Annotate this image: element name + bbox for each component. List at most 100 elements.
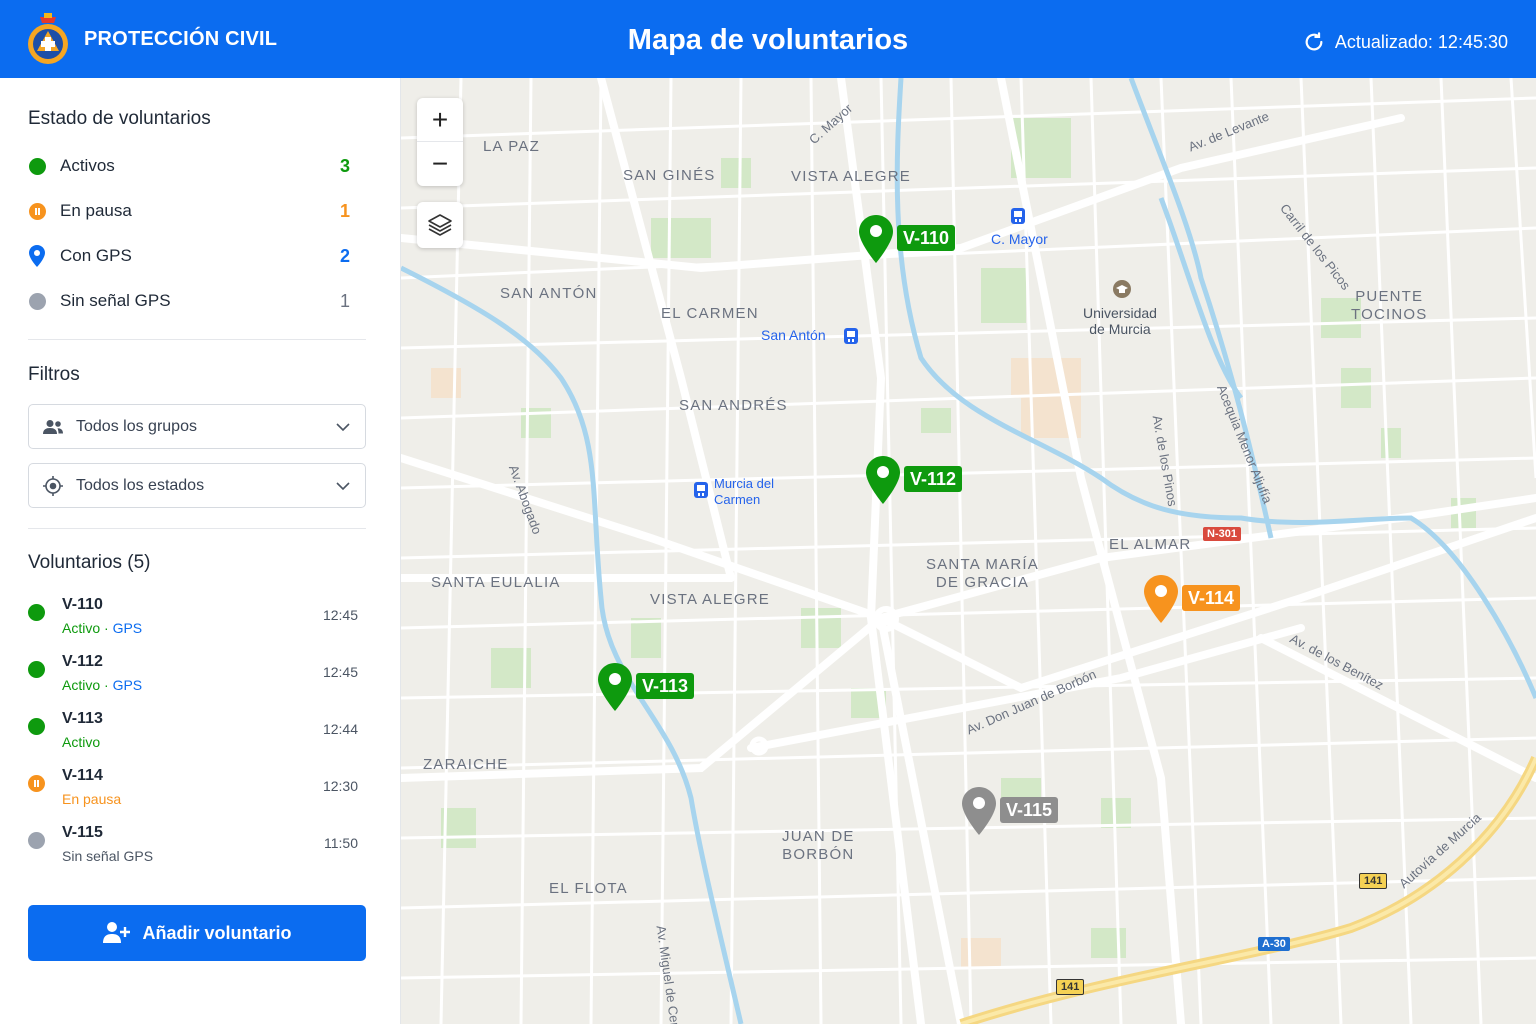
stat-label: En pausa	[60, 201, 132, 220]
add-user-icon	[103, 922, 131, 943]
status-section-title: Estado de voluntarios	[28, 108, 211, 129]
brand-name: PROTECCIÓN CIVIL	[84, 27, 278, 50]
state-filter-value: Todos los estados	[76, 476, 205, 494]
divider	[28, 339, 366, 340]
volunteer-status: Activo · GPS	[62, 677, 143, 693]
stat-gps[interactable]: Con GPS 2	[28, 243, 350, 269]
volunteer-time: 12:30	[322, 778, 358, 794]
volunteer-status: Activo · GPS	[62, 620, 143, 636]
status-dot-icon	[28, 718, 45, 735]
volunteers-title: Voluntarios (5)	[28, 552, 151, 573]
volunteer-id: V-115	[62, 824, 103, 841]
volunteer-id: V-113	[62, 710, 103, 727]
district-label: ZARAICHE	[423, 756, 509, 773]
tram-stop-icon	[1011, 208, 1025, 224]
stat-paused[interactable]: En pausa 1	[28, 198, 350, 224]
university-icon	[1113, 280, 1131, 298]
stat-no-signal[interactable]: Sin señal GPS 1	[28, 288, 350, 314]
district-label: SAN ANTÓN	[500, 285, 598, 302]
stat-label: Sin señal GPS	[60, 291, 171, 310]
group-filter-select[interactable]: Todos los grupos	[28, 404, 366, 449]
pause-icon	[28, 775, 45, 792]
road-tag: A-30	[1258, 937, 1290, 951]
poi-label: Universidad de Murcia	[1083, 305, 1157, 337]
map-pin-icon	[962, 787, 996, 835]
district-label: EL FLOTA	[549, 880, 628, 897]
refresh-button[interactable]: Actualizado: 12:45:30	[1303, 0, 1508, 84]
volunteer-item-v114[interactable]: V-114 En pausa 12:30	[28, 767, 362, 813]
add-volunteer-button[interactable]: Añadir voluntario	[28, 905, 366, 961]
volunteer-id: V-114	[62, 767, 103, 784]
stat-count: 3	[339, 155, 350, 176]
map-pin-icon	[859, 215, 893, 263]
stat-count: 1	[339, 290, 350, 311]
district-label: VISTA ALEGRE	[650, 591, 771, 608]
map-pin-icon	[866, 456, 900, 504]
marker-label: V-115	[1000, 797, 1059, 823]
map-pin-icon	[598, 663, 632, 711]
train-station-icon	[694, 482, 708, 498]
volunteer-status: Sin señal GPS	[62, 848, 154, 864]
marker-label: V-114	[1182, 585, 1241, 611]
district-label: EL CARMEN	[661, 305, 759, 322]
chevron-down-icon	[336, 422, 350, 431]
marker-label: V-113	[636, 673, 695, 699]
zoom-control: + −	[417, 98, 463, 186]
marker-label: V-110	[897, 225, 956, 251]
divider	[28, 528, 366, 529]
gray-dot-icon	[28, 292, 46, 310]
road-tag: 141	[1056, 979, 1085, 995]
stat-label: Activos	[60, 156, 115, 175]
volunteer-item-v115[interactable]: V-115 Sin señal GPS 11:50	[28, 824, 362, 870]
road-tag: 141	[1359, 873, 1388, 889]
district-label: SAN GINÉS	[623, 167, 716, 184]
filters-title: Filtros	[28, 364, 80, 385]
pause-icon	[28, 202, 46, 220]
brand[interactable]: PROTECCIÓN CIVIL	[26, 10, 277, 68]
volunteer-item-v113[interactable]: V-113 Activo 12:44	[28, 710, 362, 756]
volunteer-item-v112[interactable]: V-112 Activo · GPS 12:45	[28, 653, 362, 699]
stat-count: 2	[339, 245, 350, 266]
status-dot-icon	[28, 604, 45, 621]
poi-label: C. Mayor	[991, 231, 1048, 247]
volunteer-time: 11:50	[324, 835, 358, 851]
stat-label: Con GPS	[60, 246, 132, 265]
map-canvas[interactable]: LA PAZ SAN GINÉS VISTA ALEGRE SAN ANTÓN …	[401, 78, 1536, 1024]
district-label: SANTA MARÍA DE GRACIA	[926, 556, 1039, 591]
group-filter-value: Todos los grupos	[76, 417, 197, 435]
volunteer-time: 12:45	[322, 607, 358, 623]
volunteer-time: 12:45	[322, 664, 358, 680]
volunteer-time: 12:44	[322, 721, 358, 737]
marker-label: V-112	[904, 466, 963, 492]
district-label: JUAN DE BORBÓN	[782, 828, 855, 863]
add-volunteer-label: Añadir voluntario	[142, 922, 292, 943]
map-pin-icon	[1144, 575, 1178, 623]
status-dot-icon	[28, 832, 45, 849]
district-label: LA PAZ	[483, 138, 540, 155]
proteccion-civil-logo-icon	[28, 13, 68, 64]
volunteer-item-v110[interactable]: V-110 Activo · GPS 12:45	[28, 596, 362, 642]
green-dot-icon	[28, 157, 46, 175]
district-label: EL ALMAR	[1109, 536, 1192, 553]
crosshair-icon	[43, 475, 63, 496]
volunteer-status: En pausa	[62, 791, 122, 807]
road-tag: N-301	[1203, 527, 1241, 541]
layers-icon	[428, 214, 452, 236]
location-pin-icon	[29, 245, 45, 267]
district-label: SAN ANDRÉS	[679, 397, 788, 414]
stat-active[interactable]: Activos 3	[28, 153, 350, 179]
layers-button[interactable]	[417, 202, 463, 248]
zoom-out-button[interactable]: −	[417, 142, 463, 186]
updated-time: Actualizado: 12:45:30	[1334, 31, 1508, 52]
refresh-icon	[1305, 32, 1323, 51]
poi-label: San Antón	[761, 327, 826, 343]
volunteer-id: V-112	[62, 653, 103, 670]
chevron-down-icon	[336, 481, 350, 490]
zoom-in-button[interactable]: +	[417, 98, 463, 142]
state-filter-select[interactable]: Todos los estados	[28, 463, 366, 508]
volunteer-id: V-110	[62, 596, 103, 613]
district-label: SANTA EULALIA	[431, 574, 561, 591]
district-label: VISTA ALEGRE	[791, 168, 912, 185]
volunteer-status: Activo	[62, 734, 101, 750]
sidebar: Estado de voluntarios Activos 3 En pausa…	[0, 78, 401, 1024]
